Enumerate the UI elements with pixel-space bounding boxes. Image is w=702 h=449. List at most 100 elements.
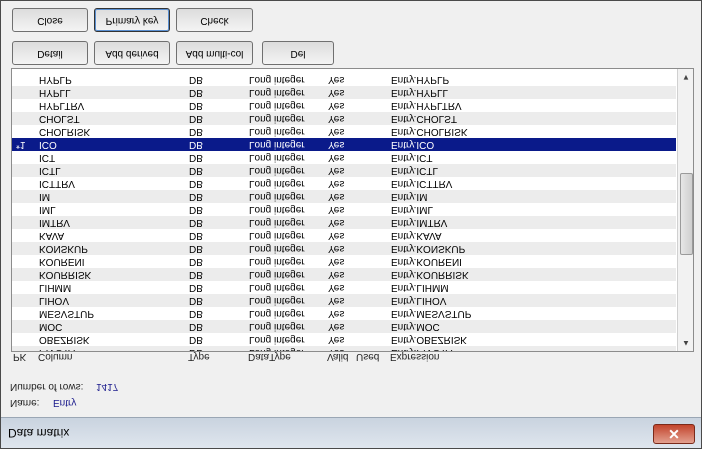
header-column: Column xyxy=(38,351,73,362)
table-row[interactable]: IM DB Long integer Yes Entry.IM xyxy=(12,190,676,203)
table-row[interactable]: MOC DB Long integer Yes Entry.MOC xyxy=(12,320,676,333)
table-row[interactable]: LIHMM DB Long integer Yes Entry.LIHMM xyxy=(12,281,676,294)
cell-expression: Entry.MOC xyxy=(391,321,440,332)
cell-valid: Yes xyxy=(328,282,345,293)
table-row[interactable]: PIVOTA DB Long integer Yes Entry.PIVOTA xyxy=(12,346,676,352)
table-row[interactable]: *1 ICO DB Long integer Yes Entry.ICO xyxy=(12,138,676,151)
cell-valid: Yes xyxy=(328,74,345,85)
cell-type: DB xyxy=(189,217,203,228)
cell-type: DB xyxy=(189,152,203,163)
cell-type: DB xyxy=(189,126,203,137)
cell-valid: Yes xyxy=(328,152,345,163)
cell-type: DB xyxy=(189,256,203,267)
add-multi-col-button[interactable]: Add multi-col xyxy=(176,41,253,65)
cell-valid: Yes xyxy=(328,256,345,267)
table-row[interactable]: KOURENI DB Long integer Yes Entry.KOURENI xyxy=(12,255,676,268)
cell-column: LIHOV xyxy=(39,295,70,306)
table-row[interactable]: HYPLL DB Long integer Yes Entry.HYPLL xyxy=(12,86,676,99)
del-button[interactable]: Del xyxy=(262,41,334,65)
scroll-down-arrow-icon[interactable]: ▼ xyxy=(678,69,694,85)
cell-type: DB xyxy=(189,100,203,111)
cell-datatype: Long integer xyxy=(249,334,305,345)
cell-valid: Yes xyxy=(328,321,345,332)
table-row[interactable]: KOURRISK DB Long integer Yes Entry.KOURRISK xyxy=(12,268,676,281)
table-row[interactable]: MESVSTUP DB Long integer Yes Entry.MESVSTUP xyxy=(12,307,676,320)
cell-datatype: Long integer xyxy=(249,87,305,98)
cell-datatype: Long integer xyxy=(249,217,305,228)
cell-valid: Yes xyxy=(328,346,344,352)
name-value: Entry xyxy=(53,397,77,408)
table-row[interactable]: ICT DB Long integer Yes Entry.ICT xyxy=(12,151,676,164)
detail-button[interactable]: Detail xyxy=(12,41,88,65)
close-button[interactable]: Close xyxy=(12,8,88,32)
header-used: Used xyxy=(356,351,380,362)
cell-datatype: Long integer xyxy=(249,100,305,111)
cell-type: DB xyxy=(189,282,203,293)
check-button[interactable]: Check xyxy=(176,8,253,32)
cell-datatype: Long integer xyxy=(249,346,305,352)
table-row[interactable]: CHOLRISK DB Long integer Yes Entry.CHOLRISK xyxy=(12,125,676,138)
cell-type: DB xyxy=(189,178,203,189)
table-row[interactable]: HYPLP DB Long integer Yes Entry.HYPLP xyxy=(12,73,676,86)
cell-column: ICO xyxy=(39,139,57,150)
cell-column: ICTTRV xyxy=(39,178,75,189)
table-row[interactable]: KAVA DB Long integer Yes Entry.KAVA xyxy=(12,229,676,242)
cell-datatype: Long integer xyxy=(249,178,305,189)
cell-datatype: Long integer xyxy=(249,126,305,137)
cell-expression: Entry.ICTTRV xyxy=(391,178,453,189)
table-rows: PIVOTADBLong integerYesEntry.PIVOTAOBEZR… xyxy=(12,73,676,352)
cell-type: DB xyxy=(189,113,203,124)
cell-datatype: Long integer xyxy=(249,191,305,202)
cell-valid: Yes xyxy=(328,269,345,280)
cell-valid: Yes xyxy=(328,230,345,241)
cell-expression: Entry.KONSKUP xyxy=(391,243,466,254)
cell-valid: Yes xyxy=(328,87,345,98)
primary-key-button[interactable]: Primary key xyxy=(94,8,170,32)
cell-datatype: Long integer xyxy=(249,308,305,319)
header-valid: Valid xyxy=(327,351,349,362)
close-window-icon[interactable]: ✕ xyxy=(653,424,695,444)
cell-datatype: Long integer xyxy=(249,256,305,267)
table-row[interactable]: IMTRV DB Long integer Yes Entry.IMTRV xyxy=(12,216,676,229)
cell-type: DB xyxy=(189,204,203,215)
table-row[interactable]: KONSKUP DB Long integer Yes Entry.KONSKUP xyxy=(12,242,676,255)
scroll-thumb[interactable] xyxy=(680,173,693,255)
cell-column: IML xyxy=(39,204,56,215)
cell-column: HYPLTRV xyxy=(39,100,85,111)
table-row[interactable]: ICTL DB Long integer Yes Entry.ICTL xyxy=(12,164,676,177)
cell-datatype: Long integer xyxy=(249,113,305,124)
cell-expression: Entry.ICO xyxy=(391,139,435,150)
cell-expression: Entry.HYPLP xyxy=(391,74,450,85)
data-matrix-window: Data matrix ✕ Name: Entry Number of rows… xyxy=(0,0,702,449)
cell-type: DB xyxy=(189,191,203,202)
cell-valid: Yes xyxy=(328,178,345,189)
cell-expression: Entry.HYPLL xyxy=(391,87,449,98)
table-row[interactable]: CHOLST DB Long integer Yes Entry.CHOLST xyxy=(12,112,676,125)
cell-datatype: Long integer xyxy=(249,243,305,254)
cell-type: DB xyxy=(189,74,203,85)
cell-valid: Yes xyxy=(328,334,345,345)
cell-column: ICTL xyxy=(39,165,61,176)
cell-datatype: Long integer xyxy=(249,295,305,306)
table-row[interactable]: HYPLTRV DB Long integer Yes Entry.HYPLTRV xyxy=(12,99,676,112)
header-expression: Expression xyxy=(390,351,440,362)
vertical-scrollbar[interactable]: ▲ ▼ xyxy=(677,69,694,351)
cell-column: HYPLP xyxy=(39,74,72,85)
table-row[interactable]: ICTTRV DB Long integer Yes Entry.ICTTRV xyxy=(12,177,676,190)
name-label: Name: xyxy=(10,397,40,408)
add-derived-button[interactable]: Add derived xyxy=(94,41,170,65)
cell-expression: Entry.KAVA xyxy=(391,230,442,241)
cell-column: KOURENI xyxy=(39,256,85,267)
table-row[interactable]: LIHOV DB Long integer Yes Entry.LIHOV xyxy=(12,294,676,307)
cell-expression: Entry.MESVSTUP xyxy=(391,308,472,319)
scroll-up-arrow-icon[interactable]: ▲ xyxy=(678,335,694,351)
cell-type: DB xyxy=(189,321,203,332)
window-title: Data matrix xyxy=(8,426,70,440)
cell-type: DB xyxy=(189,165,203,176)
cell-valid: Yes xyxy=(328,204,345,215)
cell-valid: Yes xyxy=(328,139,345,150)
cell-expression: Entry.KOURRISK xyxy=(391,269,469,280)
table-row[interactable]: IML DB Long integer Yes Entry.IML xyxy=(12,203,676,216)
table-row[interactable]: OBEZRISK DB Long integer Yes Entry.OBEZRISK xyxy=(12,333,676,346)
cell-column: LIHMM xyxy=(39,282,72,293)
